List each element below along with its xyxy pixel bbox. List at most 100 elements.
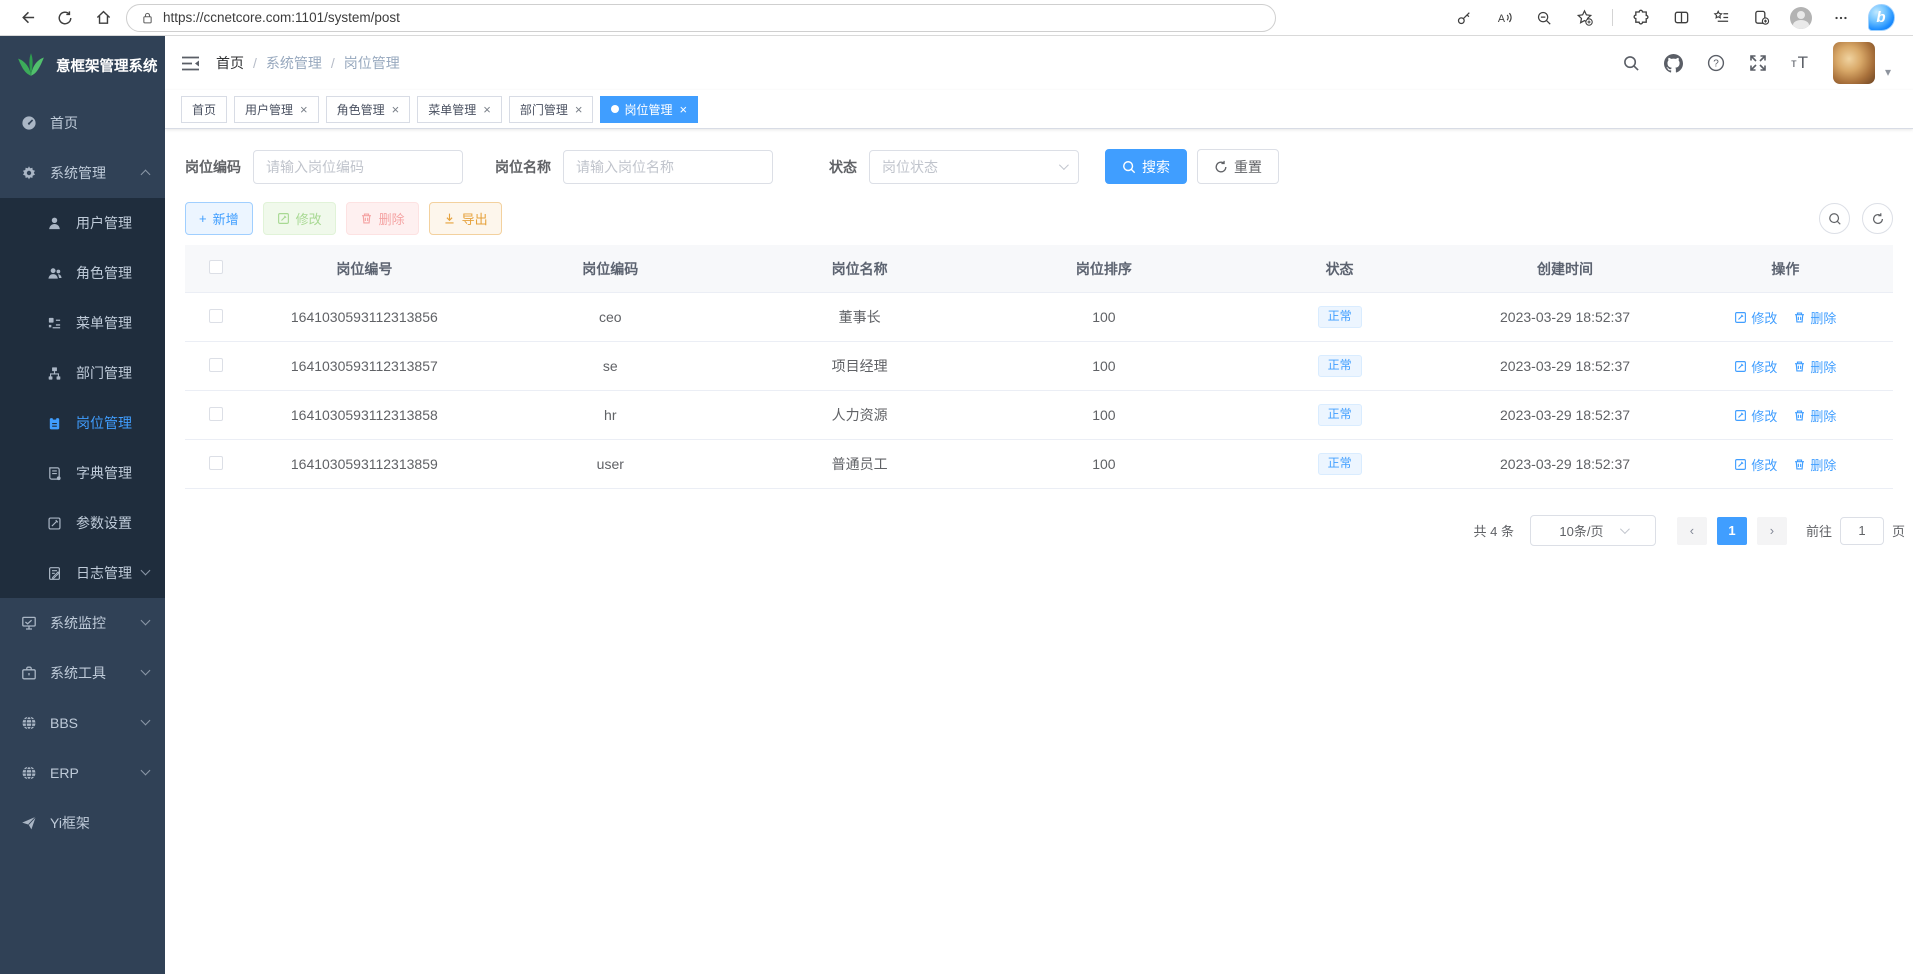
sidebar-item-system[interactable]: 系统管理 — [0, 148, 165, 198]
row-edit-link[interactable]: 修改 — [1734, 308, 1777, 327]
sidebar-item-roles[interactable]: 角色管理 — [0, 248, 165, 298]
sidebar-item-dictionaries[interactable]: 字典管理 — [0, 448, 165, 498]
breadcrumb-system[interactable]: 系统管理 — [266, 53, 322, 73]
tab-item[interactable]: 首页 — [181, 96, 227, 123]
post-name-input[interactable] — [563, 150, 773, 184]
post-code-input[interactable] — [253, 150, 463, 184]
sidebar-item-menus[interactable]: 菜单管理 — [0, 298, 165, 348]
cell-name: 普通员工 — [738, 454, 981, 474]
sidebar-item-users[interactable]: 用户管理 — [0, 198, 165, 248]
sidebar-item-logs[interactable]: 日志管理 — [0, 548, 165, 598]
tab-item[interactable]: 角色管理× — [326, 96, 411, 123]
app-logo-row[interactable]: 意框架管理系统 — [0, 36, 165, 94]
export-button-label: 导出 — [462, 209, 488, 228]
row-checkbox[interactable] — [209, 407, 223, 421]
copilot-bing-icon[interactable]: b — [1866, 3, 1896, 33]
sidebar-item-monitoring[interactable]: 系统监控 — [0, 598, 165, 648]
profile-avatar-icon[interactable] — [1786, 3, 1816, 33]
reset-button[interactable]: 重置 — [1197, 149, 1279, 184]
page-size-select[interactable]: 10条/页 — [1530, 515, 1656, 546]
browser-home-icon[interactable] — [88, 3, 118, 33]
cell-post_id: 1641030593112313858 — [246, 407, 482, 423]
row-checkbox[interactable] — [209, 456, 223, 470]
search-button[interactable]: 搜索 — [1105, 149, 1187, 184]
globe-icon — [20, 715, 37, 731]
copilot-pages-icon[interactable] — [1746, 3, 1776, 33]
row-delete-link[interactable]: 删除 — [1793, 308, 1836, 327]
browser-refresh-icon[interactable] — [50, 3, 80, 33]
github-icon[interactable] — [1664, 54, 1683, 73]
chevron-down-icon — [1059, 160, 1069, 170]
tab-close-icon[interactable]: × — [483, 102, 491, 117]
row-edit-link[interactable]: 修改 — [1734, 357, 1777, 376]
tab-item[interactable]: 菜单管理 × — [417, 96, 502, 123]
sidebar-item-home[interactable]: 首页 — [0, 98, 165, 148]
cell-created: 2023-03-29 18:52:37 — [1452, 309, 1677, 325]
edit-button[interactable]: 修改 — [263, 202, 336, 235]
tab-close-icon[interactable]: × — [575, 102, 583, 117]
row-edit-link[interactable]: 修改 — [1734, 455, 1777, 474]
fullscreen-icon[interactable] — [1749, 54, 1767, 72]
table-toolbar: + 新增 修改 删除 导出 — [185, 202, 1893, 235]
delete-button[interactable]: 删除 — [346, 202, 419, 235]
split-screen-icon[interactable] — [1666, 3, 1696, 33]
avatar-caret-icon[interactable]: ▾ — [1885, 65, 1891, 79]
tab-close-icon[interactable]: × — [300, 102, 308, 117]
status-select[interactable]: 岗位状态 — [869, 150, 1079, 184]
row-delete-link[interactable]: 删除 — [1793, 406, 1836, 425]
tab-item[interactable]: 岗位管理× — [600, 96, 698, 123]
sidebar-collapse-icon[interactable] — [181, 56, 200, 71]
favorite-add-icon[interactable] — [1569, 3, 1599, 33]
browser-back-icon[interactable] — [12, 3, 42, 33]
cell-code: ceo — [482, 309, 738, 325]
table-row: 1641030593112313859user普通员工100正常2023-03-… — [185, 440, 1893, 489]
sidebar-item-label: ERP — [50, 765, 79, 781]
add-button[interactable]: + 新增 — [185, 202, 253, 235]
help-icon[interactable]: ? — [1707, 54, 1725, 72]
address-bar[interactable]: https://ccnetcore.com:1101/system/post — [126, 4, 1276, 32]
tab-close-icon[interactable]: × — [392, 102, 400, 117]
favorites-list-icon[interactable] — [1706, 3, 1736, 33]
breadcrumb-home[interactable]: 首页 — [216, 53, 244, 73]
row-checkbox[interactable] — [209, 358, 223, 372]
password-key-icon[interactable] — [1449, 3, 1479, 33]
sidebar-item-tools[interactable]: 系统工具 — [0, 648, 165, 698]
tab-item[interactable]: 用户管理× — [234, 96, 319, 123]
read-aloud-icon[interactable]: A — [1489, 3, 1519, 33]
sidebar-item-bbs[interactable]: BBS — [0, 698, 165, 748]
menu-icon — [46, 316, 63, 331]
tab-close-icon[interactable]: × — [679, 102, 687, 117]
sidebar-item-yi-framework[interactable]: Yi框架 — [0, 798, 165, 848]
more-menu-icon[interactable] — [1826, 3, 1856, 33]
tab-label: 菜单管理 — [428, 101, 476, 118]
prev-page-button[interactable]: ‹ — [1677, 517, 1707, 545]
status-badge: 正常 — [1318, 306, 1362, 328]
header-search-icon[interactable] — [1623, 55, 1640, 72]
sidebar-item-erp[interactable]: ERP — [0, 748, 165, 798]
extensions-icon[interactable] — [1626, 3, 1656, 33]
row-checkbox[interactable] — [209, 309, 223, 323]
sidebar-item-departments[interactable]: 部门管理 — [0, 348, 165, 398]
url-text[interactable]: https://ccnetcore.com:1101/system/post — [163, 10, 400, 25]
toggle-search-button[interactable] — [1819, 203, 1850, 234]
next-page-button[interactable]: › — [1757, 517, 1787, 545]
user-avatar[interactable] — [1833, 42, 1875, 84]
row-delete-link[interactable]: 删除 — [1793, 455, 1836, 474]
tab-item[interactable]: 部门管理× — [509, 96, 594, 123]
column-header: 创建时间 — [1452, 259, 1677, 279]
select-all-checkbox[interactable] — [209, 260, 223, 274]
text-size-icon[interactable]: тT — [1791, 53, 1809, 73]
page-number-button[interactable]: 1 — [1717, 517, 1747, 545]
refresh-table-button[interactable] — [1862, 203, 1893, 234]
goto-page-input[interactable] — [1840, 517, 1884, 545]
sidebar-item-parameters[interactable]: 参数设置 — [0, 498, 165, 548]
export-button[interactable]: 导出 — [429, 202, 502, 235]
status-select-placeholder: 岗位状态 — [882, 157, 938, 177]
zoom-out-icon[interactable] — [1529, 3, 1559, 33]
row-delete-link[interactable]: 删除 — [1793, 357, 1836, 376]
row-edit-link[interactable]: 修改 — [1734, 406, 1777, 425]
column-header: 状态 — [1227, 259, 1452, 279]
sidebar-item-label: 字典管理 — [76, 463, 132, 483]
site-lock-icon[interactable] — [141, 11, 154, 25]
sidebar-item-posts[interactable]: 岗位管理 — [0, 398, 165, 448]
